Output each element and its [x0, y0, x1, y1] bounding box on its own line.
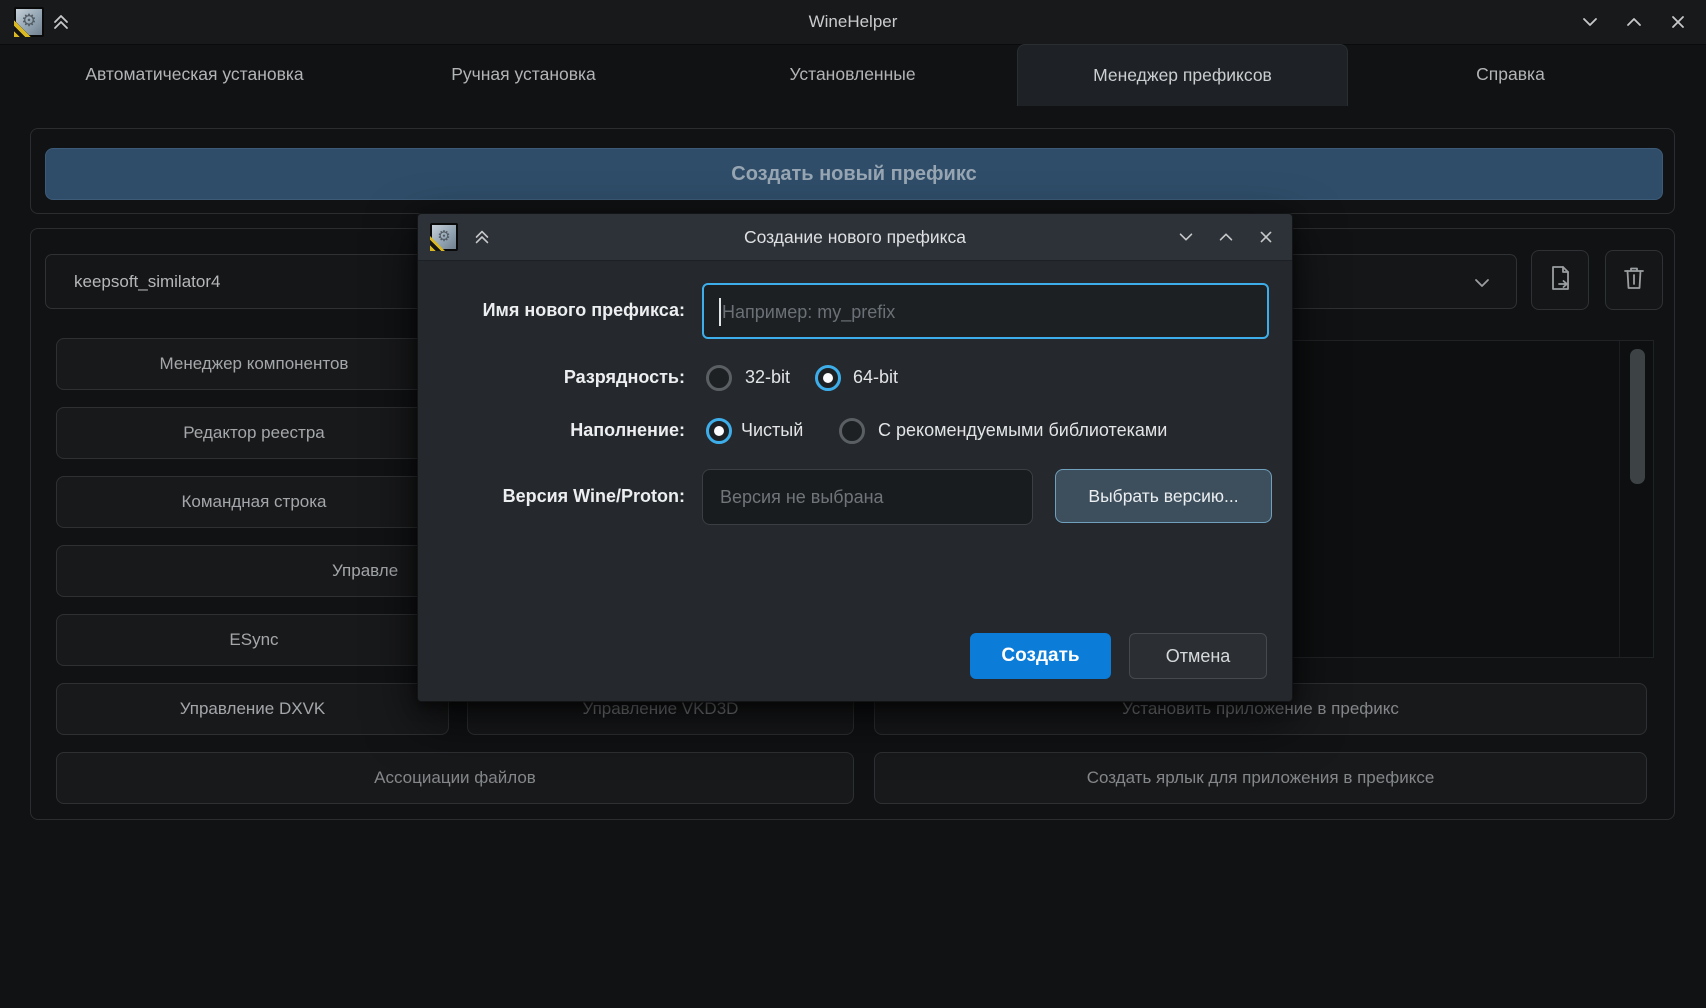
- create-new-prefix-button[interactable]: Создать новый префикс: [45, 148, 1663, 200]
- window-titlebar: ⚙ WineHelper: [0, 0, 1706, 45]
- choose-version-button[interactable]: Выбрать версию...: [1055, 469, 1272, 523]
- tab-installed[interactable]: Установленные: [688, 44, 1017, 105]
- winehelper-window: ⚙ WineHelper Автоматическая установка Ру…: [0, 0, 1706, 1008]
- dialog-close-button[interactable]: [1256, 227, 1276, 252]
- tab-help[interactable]: Справка: [1346, 44, 1675, 105]
- command-line-button[interactable]: Командная строка: [56, 476, 452, 528]
- prefix-name-field: [702, 283, 1269, 339]
- prefix-name-input[interactable]: [720, 285, 1244, 339]
- prefix-combobox-value: keepsoft_similator4: [74, 272, 220, 292]
- radio-recommended-label[interactable]: С рекомендуемыми библиотеками: [878, 420, 1167, 441]
- document-arrow-icon: [1545, 263, 1575, 298]
- bitness-label: Разрядность:: [418, 367, 685, 388]
- fill-label: Наполнение:: [418, 420, 685, 441]
- radio-32bit-label[interactable]: 32-bit: [745, 367, 790, 388]
- chevron-down-icon: [1470, 271, 1494, 300]
- tab-auto-install[interactable]: Автоматическая установка: [30, 44, 359, 105]
- esync-button[interactable]: ESync: [56, 614, 452, 666]
- tab-manual-install[interactable]: Ручная установка: [359, 44, 688, 105]
- trash-icon: [1619, 263, 1649, 298]
- hidden-wide-button-label: Управле: [332, 561, 398, 581]
- registry-editor-button[interactable]: Редактор реестра: [56, 407, 452, 459]
- radio-64bit[interactable]: [815, 365, 841, 391]
- close-button[interactable]: [1667, 11, 1689, 33]
- window-title: WineHelper: [0, 0, 1706, 44]
- shade-button[interactable]: [1579, 11, 1601, 33]
- dialog-titlebar: ⚙ Создание нового префикса: [418, 214, 1292, 261]
- create-button[interactable]: Создать: [970, 633, 1111, 679]
- wine-version-label: Версия Wine/Proton:: [418, 486, 685, 507]
- prefix-name-label: Имя нового префикса:: [418, 300, 685, 321]
- dxvk-button[interactable]: Управление DXVK: [56, 683, 449, 735]
- dialog-maximize-button[interactable]: [1216, 227, 1236, 252]
- dialog-title: Создание нового префикса: [418, 214, 1292, 260]
- file-associations-button[interactable]: Ассоциации файлов: [56, 752, 854, 804]
- dialog-shade-button[interactable]: [1176, 227, 1196, 252]
- scrollbar-thumb[interactable]: [1630, 349, 1645, 484]
- component-manager-button[interactable]: Менеджер компонентов: [56, 338, 452, 390]
- create-shortcut-button[interactable]: Создать ярлык для приложения в префиксе: [874, 752, 1647, 804]
- radio-64bit-label[interactable]: 64-bit: [853, 367, 898, 388]
- radio-clean-label[interactable]: Чистый: [741, 420, 803, 441]
- tab-bar: Автоматическая установка Ручная установк…: [0, 44, 1706, 105]
- create-prefix-group: Создать новый префикс: [30, 128, 1675, 214]
- radio-32bit[interactable]: [706, 365, 732, 391]
- delete-prefix-button[interactable]: [1605, 250, 1663, 310]
- cancel-button[interactable]: Отмена: [1129, 633, 1267, 679]
- tab-prefix-manager[interactable]: Менеджер префиксов: [1017, 44, 1348, 106]
- version-display-field: Версия не выбрана: [702, 469, 1033, 525]
- maximize-button[interactable]: [1623, 11, 1645, 33]
- radio-clean[interactable]: [706, 418, 732, 444]
- radio-recommended[interactable]: [839, 418, 865, 444]
- new-prefix-file-button[interactable]: [1531, 250, 1589, 310]
- scrollbar-track: [1619, 341, 1620, 657]
- create-prefix-dialog: ⚙ Создание нового префикса Имя нового пр…: [417, 213, 1293, 702]
